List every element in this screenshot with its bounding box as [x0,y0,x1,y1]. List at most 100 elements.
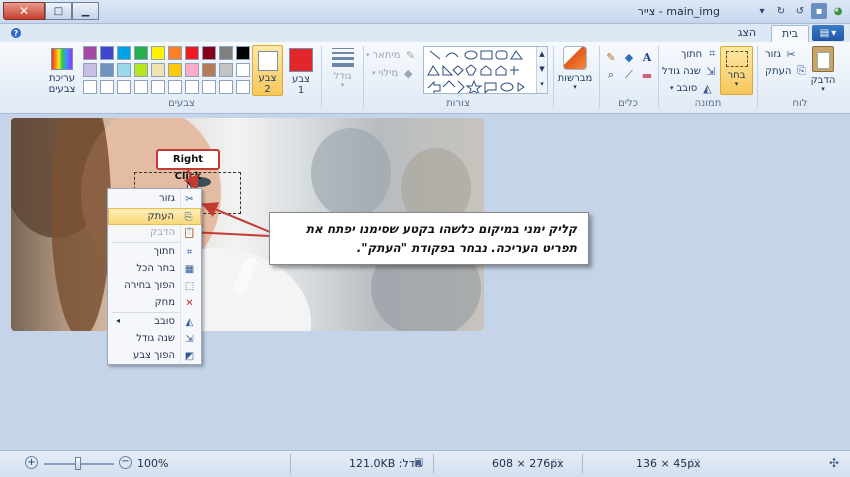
palette-swatch[interactable] [117,63,131,77]
palette-swatch[interactable] [185,63,199,77]
menu-item-crop[interactable]: חתוך ⌗ [108,244,201,261]
palette-swatch[interactable] [185,46,199,60]
shapes-gallery[interactable]: ▲ ▼ ▾ [423,46,548,96]
palette-swatch[interactable] [151,80,165,94]
palette-swatch[interactable] [219,80,233,94]
fill-button[interactable]: ▾ מילוי ◆ [372,66,415,80]
palette-swatch[interactable] [100,46,114,60]
group-label-image: תמונה [694,98,722,109]
save-icon[interactable]: ▪ [811,3,827,19]
paste-icon [812,46,834,72]
magnifier-icon[interactable]: ⌕ [604,68,618,82]
crop-button[interactable]: חתוך ⌗ [681,47,719,61]
group-label-tools: כלים [618,98,638,109]
text-icon[interactable]: A [640,50,654,64]
eraser-icon[interactable]: ▬ [640,68,654,82]
palette-swatch[interactable] [202,63,216,77]
palette-swatch[interactable] [134,46,148,60]
menu-item-label: הפוך צבע [132,350,175,361]
menu-item-paste[interactable]: הדבק 📋 [108,225,201,242]
paste-icon: 📋 [183,228,196,239]
window-title: צייר - main_img [637,5,720,18]
palette-swatch[interactable] [83,80,97,94]
brushes-button[interactable]: מברשות ▾ [556,46,594,96]
palette-swatch[interactable] [134,80,148,94]
color2-button[interactable]: צבע 2 [252,45,283,96]
zoom-level: 100% [137,457,169,470]
outline-icon: ✎ [405,48,416,62]
redo-icon[interactable]: ↻ [773,3,789,19]
palette-swatch[interactable] [117,46,131,60]
shapes-scrollbar[interactable]: ▲ ▼ ▾ [536,47,547,93]
line-size-icon [331,48,354,67]
tab-view[interactable]: הצג [730,25,764,42]
tab-home[interactable]: בית [771,25,809,42]
customize-qat-icon[interactable]: ▾ [754,3,770,19]
zoom-out-icon[interactable]: − [119,456,132,469]
zoom-in-icon[interactable]: + [25,456,38,469]
edit-colors-button[interactable]: עריכת צבעים [44,46,80,96]
paste-button[interactable]: הדבק ▾ [806,46,840,96]
zoom-slider-thumb[interactable] [75,457,81,470]
menu-item-label: הדבק [150,227,175,238]
resize-button[interactable]: שנה גודל ⇲ [662,64,718,78]
cut-label: גזור [765,48,781,60]
outline-button[interactable]: ▾ מיתאר ✎ [366,48,417,62]
palette-swatch[interactable] [151,46,165,60]
chevron-down-icon: ▾ [831,27,837,39]
menu-item-delete[interactable]: מחק ✕ [108,295,201,312]
help-icon[interactable]: ? [11,28,21,38]
palette-swatch[interactable] [100,80,114,94]
resize-grip-icon[interactable]: ✣ [829,456,839,470]
group-divider [363,46,364,108]
group-divider [757,46,758,108]
group-divider [553,46,554,108]
select-button[interactable]: בחר ▾ [720,46,753,95]
size-button[interactable]: גודל ▾ [326,46,359,96]
ribbon-tab-row: ▤ ▾ בית הצג [0,24,850,42]
menu-item-scissors[interactable]: גזור ✂ [108,191,201,208]
palette-swatch[interactable] [236,46,250,60]
palette-swatch[interactable] [219,63,233,77]
palette-swatch[interactable] [134,63,148,77]
color-picker-icon[interactable]: ⟋ [622,68,636,82]
cut-button[interactable]: גזור ✂ [765,47,798,61]
palette-swatch[interactable] [151,63,165,77]
copy-label: העתק [765,65,792,77]
undo-icon[interactable]: ↺ [792,3,808,19]
menu-item-copy[interactable]: העתק ⎘ [108,208,201,225]
pencil-icon[interactable]: ✎ [604,50,618,64]
select-rectangle-icon [725,51,748,67]
palette-swatch[interactable] [100,63,114,77]
outline-label: מיתאר [372,49,401,61]
context-menu: גזור ✂ העתק ⎘ הדבק 📋 חתוך ⌗ בחר הכל ▦ הפוך בחירה ⬚ מ… [107,188,202,365]
palette-swatch[interactable] [236,80,250,94]
palette-swatch[interactable] [168,63,182,77]
palette-swatch[interactable] [202,80,216,94]
palette-swatch[interactable] [219,46,233,60]
resize-icon: ⇲ [185,334,194,345]
instruction-note: קליק ימני במיקום כלשהו בקטע שסימנו יפתח … [269,212,589,265]
menu-item-invert-color[interactable]: הפוך צבע ◩ [108,348,201,365]
color1-button[interactable]: צבע 1 [285,46,317,96]
palette-swatch[interactable] [236,63,250,77]
palette-swatch[interactable] [83,46,97,60]
fill-icon[interactable]: ◆ [622,50,636,64]
palette-swatch[interactable] [168,46,182,60]
color2-label: צבע 2 [258,73,277,95]
palette-swatch[interactable] [117,80,131,94]
resize-label: שנה גודל [662,65,701,77]
menu-item-select-all[interactable]: בחר הכל ▦ [108,261,201,278]
title-bar: ✕ □ ▁ צייר - main_img ▾ ↻ ↺ ▪ ◕ [0,0,850,24]
rotate-button[interactable]: ▾ סובב ◭ [670,81,714,95]
palette-swatch[interactable] [185,80,199,94]
chevron-down-icon: ▾ [340,81,345,89]
menu-item-rotate[interactable]: סובב ◭ ◂ [108,314,201,331]
copy-button[interactable]: העתק ⎘ [765,64,808,78]
menu-item-invert-selection[interactable]: הפוך בחירה ⬚ [108,278,201,295]
file-menu-button[interactable]: ▤ ▾ [812,25,844,41]
palette-swatch[interactable] [83,63,97,77]
menu-item-resize[interactable]: שנה גודל ⇲ [108,331,201,348]
palette-swatch[interactable] [168,80,182,94]
palette-swatch[interactable] [202,46,216,60]
